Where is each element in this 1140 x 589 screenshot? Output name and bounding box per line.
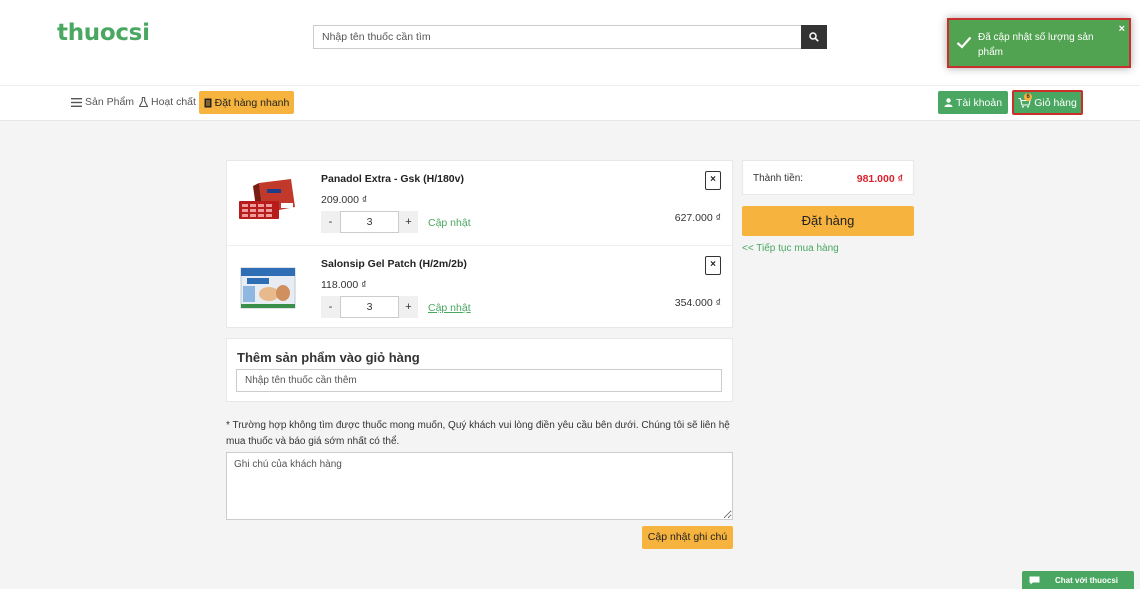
line-total: 627.000 ₫ [674, 212, 721, 224]
chat-bubble-icon [1029, 576, 1040, 584]
navbar: Sản Phẩm Hoạt chất Đặt hàng nhanh Tài kh… [0, 85, 1140, 121]
search-button[interactable] [801, 25, 827, 49]
order-summary: Thành tiền: 981.000 ₫ [742, 160, 914, 195]
flask-icon [139, 97, 148, 107]
total-label: Thành tiền: [753, 173, 804, 184]
cart-icon: 6 [1018, 93, 1033, 108]
update-note-button[interactable]: Cập nhật ghi chú [642, 526, 733, 549]
product-image-salonsip [240, 267, 296, 309]
product-image-panadol [239, 179, 295, 219]
toast-close-button[interactable]: × [1119, 24, 1125, 35]
nav-products-label: Sản Phẩm [85, 96, 135, 108]
quick-order-label: Đặt hàng nhanh [214, 96, 290, 109]
customer-note-textarea[interactable] [226, 452, 733, 520]
quick-order-button[interactable]: Đặt hàng nhanh [199, 91, 294, 114]
place-order-button[interactable]: Đặt hàng [742, 206, 914, 236]
update-quantity-link[interactable]: Cập nhật [428, 217, 471, 229]
add-product-title: Thêm sản phẩm vào giỏ hàng [237, 350, 420, 365]
chat-label: Chat với thuocsi [1055, 575, 1119, 585]
account-label: Tài khoản [955, 96, 1003, 109]
product-name[interactable]: Panadol Extra - Gsk (H/180v) [321, 173, 464, 185]
search-icon [809, 32, 819, 42]
cart-item: Panadol Extra - Gsk (H/180v) 209.000 ₫ -… [227, 161, 732, 245]
nav-products[interactable]: Sản Phẩm [71, 96, 134, 108]
menu-icon [71, 97, 82, 107]
product-name[interactable]: Salonsip Gel Patch (H/2m/2b) [321, 258, 467, 270]
note-instruction: * Trường hợp không tìm được thuốc mong m… [226, 420, 730, 447]
cart-item: Salonsip Gel Patch (H/2m/2b) 118.000 ₫ -… [227, 245, 732, 329]
quantity-increase-button[interactable]: + [399, 211, 418, 233]
product-price: 209.000 ₫ [321, 194, 368, 206]
quantity-input[interactable] [340, 296, 399, 318]
cart-items-panel: Panadol Extra - Gsk (H/180v) 209.000 ₫ -… [226, 160, 733, 328]
add-product-input[interactable] [236, 369, 722, 392]
cart-button[interactable]: 6 Giỏ hàng [1012, 90, 1083, 115]
chat-widget-tab[interactable]: Chat với thuocsi [1022, 571, 1134, 589]
remove-item-button[interactable]: × [705, 171, 721, 190]
nav-ingredients-label: Hoạt chất [151, 96, 196, 108]
quantity-decrease-button[interactable]: - [321, 296, 340, 318]
quantity-input[interactable] [340, 211, 399, 233]
checkmark-icon [956, 36, 972, 49]
logo[interactable]: thuocsi [57, 20, 150, 46]
document-icon [204, 98, 212, 107]
quantity-increase-button[interactable]: + [399, 296, 418, 318]
quantity-decrease-button[interactable]: - [321, 211, 340, 233]
toast-message: Đã cập nhật số lượng sản phẩm [978, 32, 1094, 58]
continue-shopping-link[interactable]: << Tiếp tục mua hàng [742, 243, 839, 254]
user-icon [944, 98, 953, 107]
add-product-panel: Thêm sản phẩm vào giỏ hàng [226, 338, 733, 402]
total-value: 981.000 ₫ [856, 173, 903, 185]
cart-label: Giỏ hàng [1034, 96, 1077, 109]
product-price: 118.000 ₫ [321, 279, 367, 291]
nav-ingredients[interactable]: Hoạt chất [139, 96, 196, 108]
update-quantity-link[interactable]: Cập nhật [428, 302, 471, 314]
account-button[interactable]: Tài khoản [938, 91, 1008, 114]
search-bar [313, 25, 827, 49]
toast-notification: Đã cập nhật số lượng sản phẩm × [947, 18, 1131, 68]
search-input[interactable] [313, 25, 801, 49]
remove-item-button[interactable]: × [705, 256, 721, 275]
line-total: 354.000 ₫ [674, 297, 721, 309]
